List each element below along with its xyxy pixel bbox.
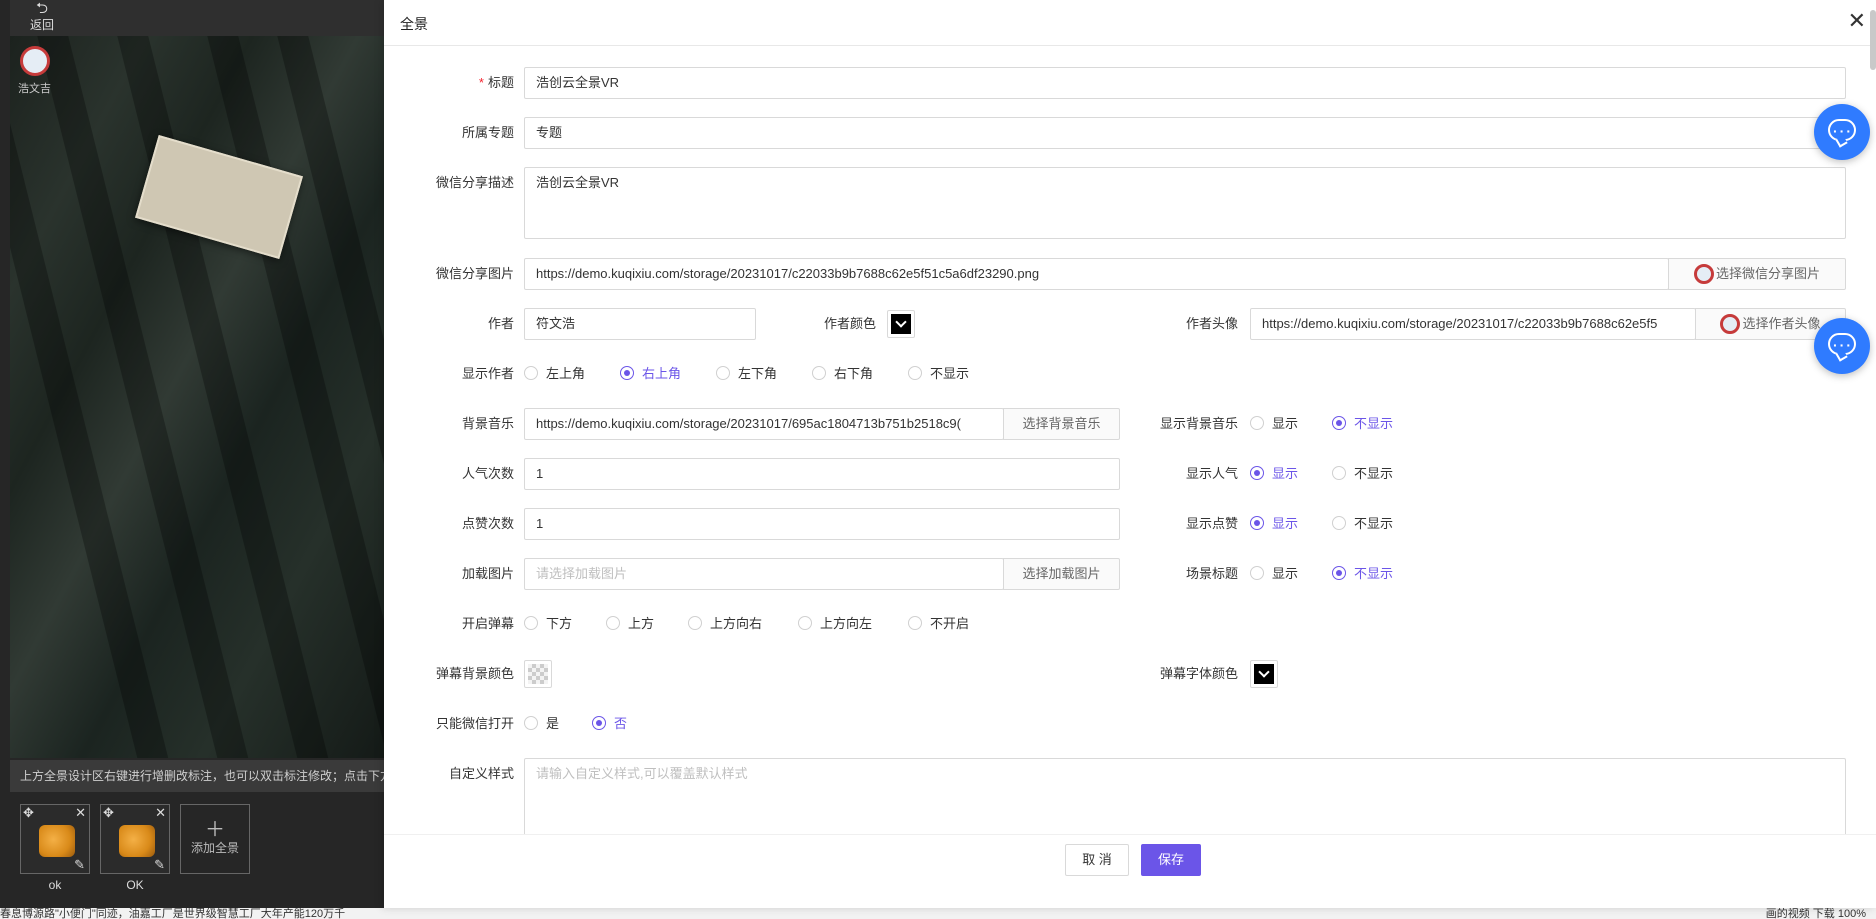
dialog-title: 全景 (400, 16, 428, 32)
back-button[interactable]: ⮌ 返回 (28, 0, 56, 33)
edit-icon[interactable]: ✎ (154, 857, 165, 873)
status-text: 春息博源路"小便门"同迹，油嘉工厂是世界级智慧工厂大年产能120万千 (0, 908, 346, 919)
title-input[interactable]: 浩创云全景VR (524, 67, 1846, 99)
popularity-input[interactable]: 1 (524, 458, 1120, 490)
scene-thumbnail-image (119, 825, 155, 857)
show-popularity-label: 显示人气 (1185, 466, 1238, 481)
show-likes-option[interactable]: 不显示 (1332, 508, 1393, 540)
show-author-option[interactable]: 右上角 (620, 358, 681, 390)
wechat-only-option[interactable]: 否 (592, 708, 627, 740)
brand-logo-icon (1693, 264, 1714, 284)
back-label: 返回 (29, 18, 54, 32)
author-color-picker[interactable] (887, 310, 915, 338)
author-input[interactable]: 符文浩 (524, 308, 756, 340)
close-icon[interactable]: ✕ (75, 805, 86, 821)
wechat-only-label: 只能微信打开 (435, 716, 514, 731)
danmaku-font-color-label: 弹幕字体颜色 (1159, 666, 1238, 681)
chat-button[interactable]: ··· (1814, 104, 1870, 160)
scene-strip: ✥ ✕ ✎ ok ✥ ✕ ✎ OK ＋ 添加全景 (10, 792, 384, 908)
move-icon[interactable]: ✥ (23, 805, 34, 821)
brand-logo-icon (1720, 314, 1741, 334)
show-popularity-option[interactable]: 不显示 (1332, 458, 1393, 490)
danmaku-label: 开启弹幕 (461, 616, 514, 631)
choose-loading-image-button[interactable]: 选择加载图片 (1003, 558, 1120, 590)
scene-label: ok (48, 878, 62, 892)
topic-input[interactable]: 专题 (524, 117, 1846, 149)
plus-icon: ＋ (205, 819, 225, 841)
show-bg-music-label: 显示背景音乐 (1159, 416, 1238, 431)
wechat-desc-textarea[interactable]: 浩创云全景VR (524, 167, 1846, 239)
show-author-label: 显示作者 (461, 366, 514, 381)
chat-button[interactable]: ··· (1814, 318, 1870, 374)
edit-icon[interactable]: ✎ (74, 857, 85, 873)
danmaku-option[interactable]: 上方向左 (798, 608, 872, 640)
wechat-image-input[interactable]: https://demo.kuqixiu.com/storage/2023101… (524, 258, 1669, 290)
danmaku-option[interactable]: 不开启 (908, 608, 969, 640)
danmaku-option[interactable]: 上方 (606, 608, 654, 640)
close-icon[interactable]: ✕ (1848, 10, 1866, 32)
loading-image-input[interactable]: 请选择加载图片 (524, 558, 1004, 590)
show-author-option[interactable]: 不显示 (908, 358, 969, 390)
panorama-card-image (135, 134, 303, 260)
author-avatar-label: 作者头像 (1185, 316, 1238, 331)
scene-title-option[interactable]: 不显示 (1332, 558, 1393, 590)
bg-music-input[interactable]: https://demo.kuqixiu.com/storage/2023101… (524, 408, 1004, 440)
scene-label: OK (126, 878, 144, 892)
show-author-option[interactable]: 右下角 (812, 358, 873, 390)
choose-wechat-image-button[interactable]: 选择微信分享图片 (1668, 258, 1846, 290)
show-author-option[interactable]: 左下角 (716, 358, 777, 390)
likes-label: 点赞次数 (461, 516, 514, 531)
dialog-scrollbar[interactable] (1870, 10, 1876, 70)
brand-logo-icon (20, 46, 50, 76)
author-label: 作者 (487, 316, 514, 331)
scene-title-label: 场景标题 (1185, 566, 1238, 581)
panorama-settings-dialog: 全景 ✕ * 标题 浩创云全景VR 所属专题 专题 微信分享描述 浩创云全景VR … (384, 0, 1876, 908)
background-topbar: ⮌ 返回 (10, 0, 384, 36)
topic-label: 所属专题 (461, 125, 514, 140)
save-button[interactable]: 保存 (1141, 844, 1201, 876)
show-bg-music-option[interactable]: 不显示 (1332, 408, 1393, 440)
likes-input[interactable]: 1 (524, 508, 1120, 540)
author-avatar-input[interactable]: https://demo.kuqixiu.com/storage/2023101… (1250, 308, 1696, 340)
custom-style-label: 自定义样式 (448, 766, 514, 781)
back-arrow-icon: ⮌ (35, 0, 48, 17)
show-bg-music-option[interactable]: 显示 (1250, 408, 1298, 440)
logo-caption: 浩文吉 (18, 83, 51, 95)
background-app: ⮌ 返回 浩文吉 上方全景设计区右键进行增删改标注，也可以双击标注修改；点击下方… (0, 0, 384, 919)
dialog-header: 全景 ✕ (384, 0, 1876, 46)
wechat-desc-label: 微信分享描述 (435, 175, 514, 190)
danmaku-bg-color-label: 弹幕背景颜色 (435, 666, 514, 681)
add-scene-label: 添加全景 (190, 841, 239, 855)
panorama-view[interactable] (10, 36, 384, 758)
title-label: * 标题 (478, 75, 514, 90)
loading-image-label: 加载图片 (461, 566, 514, 581)
danmaku-option[interactable]: 上方向右 (688, 608, 762, 640)
wechat-image-label: 微信分享图片 (435, 266, 514, 281)
hint-bar: 上方全景设计区右键进行增删改标注，也可以双击标注修改；点击下方 (10, 760, 384, 792)
status-right: 画的视频 下载 100% (1765, 908, 1866, 919)
danmaku-option[interactable]: 下方 (524, 608, 572, 640)
danmaku-bg-color-picker[interactable] (524, 660, 552, 688)
scene-thumbnail-image (39, 825, 75, 857)
show-likes-option[interactable]: 显示 (1250, 508, 1298, 540)
show-author-option[interactable]: 左上角 (524, 358, 585, 390)
add-scene-button[interactable]: ＋ 添加全景 (180, 804, 250, 874)
scene-title-option[interactable]: 显示 (1250, 558, 1298, 590)
status-bar: 春息博源路"小便门"同迹，油嘉工厂是世界级智慧工厂大年产能120万千 画的视频 … (0, 908, 1876, 919)
scene-thumb[interactable]: ✥ ✕ ✎ (20, 804, 90, 874)
close-icon[interactable]: ✕ (155, 805, 166, 821)
bg-music-label: 背景音乐 (461, 416, 514, 431)
custom-style-textarea[interactable]: 请输入自定义样式,可以覆盖默认样式 (524, 758, 1846, 842)
danmaku-font-color-picker[interactable] (1250, 660, 1278, 688)
scene-thumb[interactable]: ✥ ✕ ✎ (100, 804, 170, 874)
cancel-button[interactable]: 取 消 (1065, 844, 1129, 876)
wechat-only-option[interactable]: 是 (524, 708, 559, 740)
show-likes-label: 显示点赞 (1185, 516, 1238, 531)
dialog-footer (384, 834, 1876, 908)
popularity-label: 人气次数 (461, 466, 514, 481)
author-color-label: 作者颜色 (823, 316, 876, 331)
move-icon[interactable]: ✥ (103, 805, 114, 821)
show-popularity-option[interactable]: 显示 (1250, 458, 1298, 490)
